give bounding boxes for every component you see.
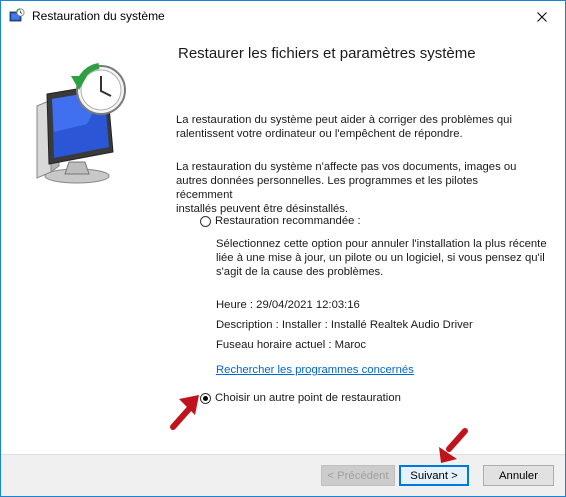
- close-button[interactable]: [519, 1, 565, 32]
- next-button[interactable]: Suivant >: [399, 465, 469, 486]
- recommended-desc-line-3: s'agit de la cause des problèmes.: [216, 266, 384, 278]
- button-bar: [1, 454, 565, 496]
- intro-line-2: ralentissent votre ordinateur ou l'empêc…: [176, 128, 463, 140]
- sidebar: [1, 32, 162, 454]
- info-paragraph: La restauration du système n'affecte pas…: [176, 160, 536, 216]
- info-line-2: autres données personnelles. Les program…: [176, 175, 479, 201]
- recommended-desc-line-1: Sélectionnez cette option pour annuler l…: [216, 238, 547, 250]
- title-bar: Restauration du système: [1, 1, 565, 32]
- recommended-radio-button[interactable]: [200, 215, 211, 227]
- annotation-arrow-radio-icon: [170, 395, 199, 430]
- info-line-1: La restauration du système n'affecte pas…: [176, 161, 517, 173]
- recommended-desc-line-2: liée à une mise à jour, un pilote ou un …: [216, 252, 545, 264]
- info-line-3: installés peuvent être désinstallés.: [176, 203, 349, 215]
- other-restore-point-radio[interactable]: Choisir un autre point de restauration: [200, 392, 401, 404]
- cancel-button[interactable]: Annuler: [483, 465, 554, 486]
- system-restore-window: Restauration du système Restaurer les fi…: [0, 0, 566, 497]
- system-restore-icon: [9, 8, 25, 22]
- recommended-restore-radio[interactable]: Restauration recommandée :: [200, 215, 361, 227]
- annotation-arrow-next-icon: [439, 428, 468, 463]
- recommended-radio-label[interactable]: Restauration recommandée :: [215, 215, 361, 227]
- scan-affected-programs-link[interactable]: Rechercher les programmes concernés: [216, 364, 414, 376]
- window-title: Restauration du système: [32, 9, 165, 23]
- restore-description: Description : Installer : Installé Realt…: [216, 319, 473, 331]
- system-restore-illustration-icon: [36, 63, 126, 184]
- page-title: Restaurer les fichiers et paramètres sys…: [178, 45, 476, 62]
- previous-button[interactable]: < Précédent: [321, 465, 395, 486]
- recommended-description: Sélectionnez cette option pour annuler l…: [216, 237, 547, 279]
- intro-line-1: La restauration du système peut aider à …: [176, 114, 512, 126]
- intro-paragraph: La restauration du système peut aider à …: [176, 113, 536, 141]
- other-radio-label[interactable]: Choisir un autre point de restauration: [215, 392, 401, 404]
- restore-timezone: Fuseau horaire actuel : Maroc: [216, 339, 367, 351]
- restore-time: Heure : 29/04/2021 12:03:16: [216, 299, 360, 311]
- close-icon: [537, 11, 547, 22]
